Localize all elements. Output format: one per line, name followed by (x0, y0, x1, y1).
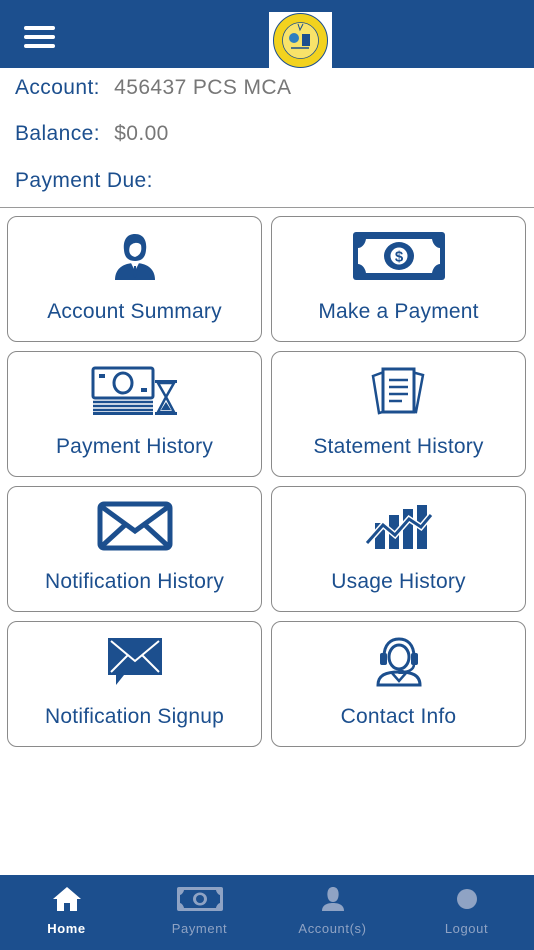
notification-signup-tile[interactable]: Notification Signup (7, 621, 262, 747)
payment-history-label: Payment History (55, 435, 214, 458)
money-icon (133, 885, 266, 913)
tab-home-label: Home (47, 921, 86, 936)
envelope-icon (8, 497, 261, 555)
trend-chart-icon (272, 497, 525, 555)
account-row: Account: 456437 PCS MCA (15, 76, 291, 100)
message-envelope-icon (8, 632, 261, 690)
tab-accounts-label: Account(s) (298, 921, 367, 936)
tab-payment[interactable]: Payment (133, 875, 266, 950)
notification-history-tile[interactable]: Notification History (7, 486, 262, 612)
usage-history-tile[interactable]: Usage History (271, 486, 526, 612)
tab-logout[interactable]: Logout (400, 875, 533, 950)
headset-agent-icon (272, 632, 525, 690)
make-a-payment-label: Make a Payment (318, 300, 479, 323)
documents-icon (272, 362, 525, 420)
notification-signup-label: Notification Signup (45, 705, 224, 728)
tab-home[interactable]: Home (0, 875, 133, 950)
statement-history-tile[interactable]: Statement History (271, 351, 526, 477)
divider (0, 207, 534, 208)
contact-info-tile[interactable]: Contact Info (271, 621, 526, 747)
home-icon (0, 885, 133, 913)
account-summary-tile[interactable]: Account Summary (7, 216, 262, 342)
top-bar (0, 0, 534, 69)
person-icon (8, 227, 261, 285)
money-icon: $ (272, 227, 525, 285)
person-icon (266, 885, 399, 913)
balance-value: $0.00 (114, 122, 169, 145)
balance-label: Balance: (15, 122, 100, 145)
account-label: Account: (15, 76, 100, 99)
account-number: 456437 PCS MCA (114, 76, 292, 99)
payment-history-tile[interactable]: Payment History (7, 351, 262, 477)
payment-due-row: Payment Due: (15, 169, 161, 193)
tab-accounts[interactable]: Account(s) (266, 875, 399, 950)
hamburger-menu-icon[interactable] (24, 26, 55, 48)
utilities-board-logo (269, 12, 332, 69)
bottom-tab-bar: Home Payment Account(s) Logout (0, 875, 534, 950)
usage-history-label: Usage History (331, 570, 466, 593)
balance-row: Balance: $0.00 (15, 122, 169, 146)
account-summary-label: Account Summary (47, 300, 222, 323)
statement-history-label: Statement History (313, 435, 484, 458)
tab-logout-label: Logout (444, 921, 489, 936)
logout-icon (400, 885, 533, 913)
notification-history-label: Notification History (44, 570, 225, 593)
payment-due-label: Payment Due: (15, 169, 153, 192)
tab-payment-label: Payment (171, 921, 228, 936)
money-hourglass-icon (8, 362, 261, 420)
svg-text:$: $ (394, 249, 403, 266)
make-a-payment-tile[interactable]: $ Make a Payment (271, 216, 526, 342)
contact-info-label: Contact Info (340, 705, 457, 728)
